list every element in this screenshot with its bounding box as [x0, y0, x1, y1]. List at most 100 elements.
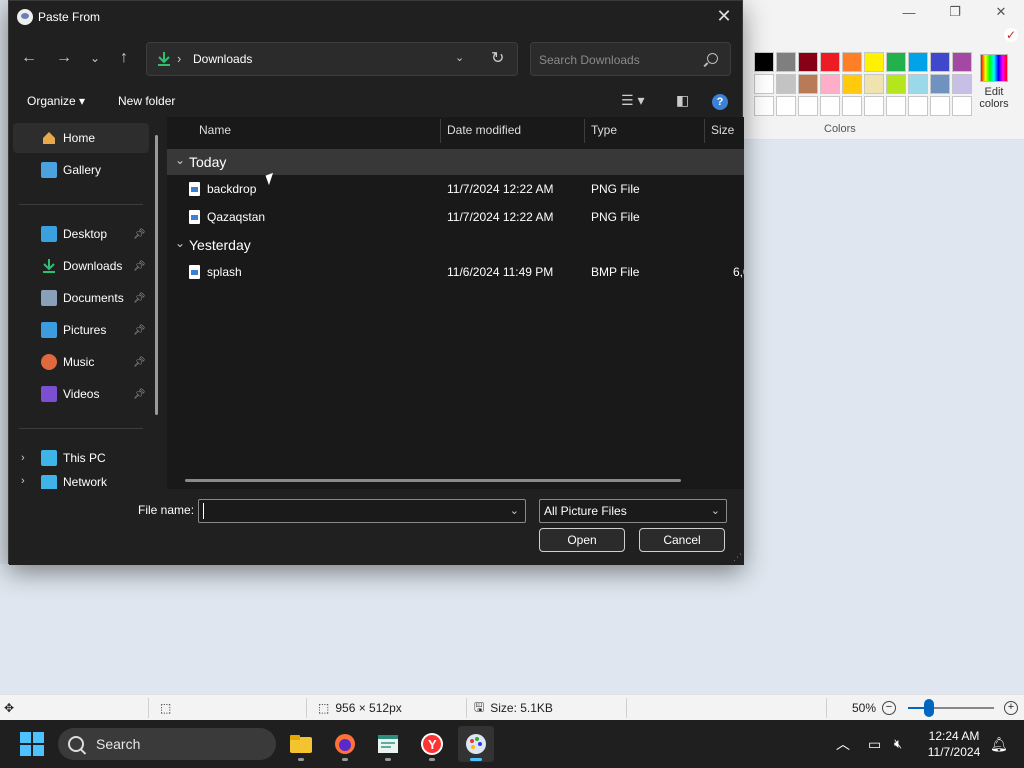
- color-swatch[interactable]: [864, 52, 884, 72]
- pin-icon[interactable]: 📌︎: [133, 325, 146, 336]
- edit-colors-button[interactable]: Edit colors: [976, 54, 1012, 110]
- network-tray[interactable]: ▭: [868, 720, 881, 768]
- help-icon[interactable]: ?: [712, 94, 728, 110]
- color-swatch[interactable]: [952, 74, 972, 94]
- group-header-today[interactable]: ⌄ Today: [167, 149, 744, 175]
- nav-item-pictures[interactable]: Pictures 📌︎: [9, 315, 147, 345]
- forward-arrow-icon[interactable]: →: [52, 47, 76, 71]
- volume-tray[interactable]: 🔇︎: [894, 720, 902, 768]
- taskbar-search-box[interactable]: Search: [58, 728, 276, 760]
- preview-pane-icon[interactable]: ◧: [676, 92, 689, 109]
- column-header-name[interactable]: Name: [199, 123, 231, 137]
- color-swatch[interactable]: [798, 96, 818, 116]
- open-button[interactable]: Open: [539, 528, 625, 552]
- zoom-in-icon[interactable]: +: [1004, 701, 1018, 715]
- restore-icon[interactable]: ❐: [932, 0, 978, 24]
- back-arrow-icon[interactable]: ←: [17, 47, 41, 71]
- notepad-app[interactable]: [370, 726, 406, 762]
- breadcrumb-folder[interactable]: Downloads: [193, 52, 252, 66]
- nav-item-videos[interactable]: Videos 📌︎: [9, 379, 147, 409]
- resize-grip-icon[interactable]: ⋰: [733, 552, 742, 563]
- close-icon[interactable]: ✕: [978, 0, 1024, 24]
- paint-app[interactable]: [458, 726, 494, 762]
- color-swatch[interactable]: [798, 74, 818, 94]
- color-swatch[interactable]: [864, 74, 884, 94]
- notifications-button[interactable]: 🔔︎: [990, 720, 1008, 768]
- pin-icon[interactable]: 📌︎: [133, 261, 146, 272]
- nav-scrollbar[interactable]: [155, 135, 158, 415]
- color-swatch[interactable]: [908, 74, 928, 94]
- nav-item-gallery[interactable]: Gallery: [9, 155, 147, 185]
- nav-item-network[interactable]: › Network: [9, 475, 147, 489]
- color-swatch[interactable]: [820, 52, 840, 72]
- nav-item-desktop[interactable]: Desktop 📌︎: [9, 219, 147, 249]
- color-swatch[interactable]: [952, 52, 972, 72]
- color-swatch[interactable]: [776, 96, 796, 116]
- nav-item-documents[interactable]: Documents 📌︎: [9, 283, 147, 313]
- zoom-slider-thumb[interactable]: [924, 699, 934, 717]
- view-options-icon[interactable]: ☰ ▾: [621, 92, 644, 109]
- color-swatch[interactable]: [908, 52, 928, 72]
- cancel-button[interactable]: Cancel: [639, 528, 725, 552]
- file-name-combobox[interactable]: ⌄: [198, 499, 526, 523]
- nav-item-home[interactable]: Home: [13, 123, 149, 153]
- zoom-slider-track[interactable]: [908, 707, 994, 709]
- start-button[interactable]: [20, 732, 44, 756]
- new-folder-button[interactable]: New folder: [118, 94, 175, 108]
- zoom-out-icon[interactable]: −: [882, 701, 896, 715]
- search-box[interactable]: [530, 42, 731, 76]
- firefox-app[interactable]: [327, 726, 363, 762]
- color-swatch[interactable]: [930, 74, 950, 94]
- group-header-yesterday[interactable]: ⌄ Yesterday: [167, 232, 744, 258]
- column-separator[interactable]: [704, 119, 705, 143]
- organize-button[interactable]: Organize ▾: [27, 94, 85, 108]
- color-swatch[interactable]: [842, 96, 862, 116]
- expand-chevron-icon[interactable]: ›: [21, 452, 25, 464]
- address-dropdown-chevron-icon[interactable]: ⌄: [455, 51, 464, 64]
- refresh-icon[interactable]: ↻: [491, 48, 504, 68]
- column-header-size[interactable]: Size: [711, 123, 734, 137]
- address-bar[interactable]: › Downloads ⌄ ↻: [146, 42, 518, 76]
- minimize-icon[interactable]: —: [886, 0, 932, 24]
- nav-item-music[interactable]: Music 📌︎: [9, 347, 147, 377]
- color-swatch[interactable]: [754, 96, 774, 116]
- up-arrow-icon[interactable]: ↑: [112, 47, 136, 71]
- color-swatch[interactable]: [886, 74, 906, 94]
- color-swatch[interactable]: [754, 52, 774, 72]
- search-input[interactable]: [539, 51, 699, 69]
- file-type-select[interactable]: All Picture Files ⌄: [539, 499, 727, 523]
- color-swatch[interactable]: [886, 52, 906, 72]
- color-swatch[interactable]: [798, 52, 818, 72]
- chevron-down-icon[interactable]: ⌄: [510, 504, 519, 517]
- nav-item-this-pc[interactable]: › This PC: [9, 443, 147, 473]
- pin-icon[interactable]: 📌︎: [133, 293, 146, 304]
- color-swatch[interactable]: [952, 96, 972, 116]
- column-header-type[interactable]: Type: [591, 123, 617, 137]
- column-header-date[interactable]: Date modified: [447, 123, 521, 137]
- color-swatch[interactable]: [754, 74, 774, 94]
- show-hidden-icons[interactable]: ︿: [836, 720, 850, 768]
- color-swatch[interactable]: [776, 52, 796, 72]
- color-swatch[interactable]: [908, 96, 928, 116]
- nav-item-downloads[interactable]: Downloads 📌︎: [9, 251, 147, 281]
- color-swatch[interactable]: [842, 52, 862, 72]
- file-row[interactable]: Qazaqstan 11/7/2024 12:22 AM PNG File: [167, 204, 744, 230]
- taskbar-clock[interactable]: 12:24 AM 11/7/2024: [916, 728, 992, 760]
- pin-icon[interactable]: 📌︎: [133, 357, 146, 368]
- pin-icon[interactable]: 📌︎: [133, 389, 146, 400]
- column-separator[interactable]: [584, 119, 585, 143]
- color-swatch[interactable]: [864, 96, 884, 116]
- yandex-browser-app[interactable]: Y: [414, 726, 450, 762]
- horizontal-scrollbar[interactable]: [185, 479, 681, 482]
- settings-badge-icon[interactable]: ✓: [1004, 28, 1018, 42]
- color-swatch[interactable]: [820, 74, 840, 94]
- color-swatch[interactable]: [842, 74, 862, 94]
- column-separator[interactable]: [440, 119, 441, 143]
- color-swatch[interactable]: [930, 52, 950, 72]
- file-row[interactable]: backdrop 11/7/2024 12:22 AM PNG File: [167, 176, 744, 202]
- recent-locations-chevron-icon[interactable]: ⌄: [83, 47, 107, 71]
- file-name-input[interactable]: [203, 503, 503, 519]
- color-swatch[interactable]: [886, 96, 906, 116]
- color-swatch[interactable]: [776, 74, 796, 94]
- close-icon[interactable]: ✕: [712, 5, 736, 29]
